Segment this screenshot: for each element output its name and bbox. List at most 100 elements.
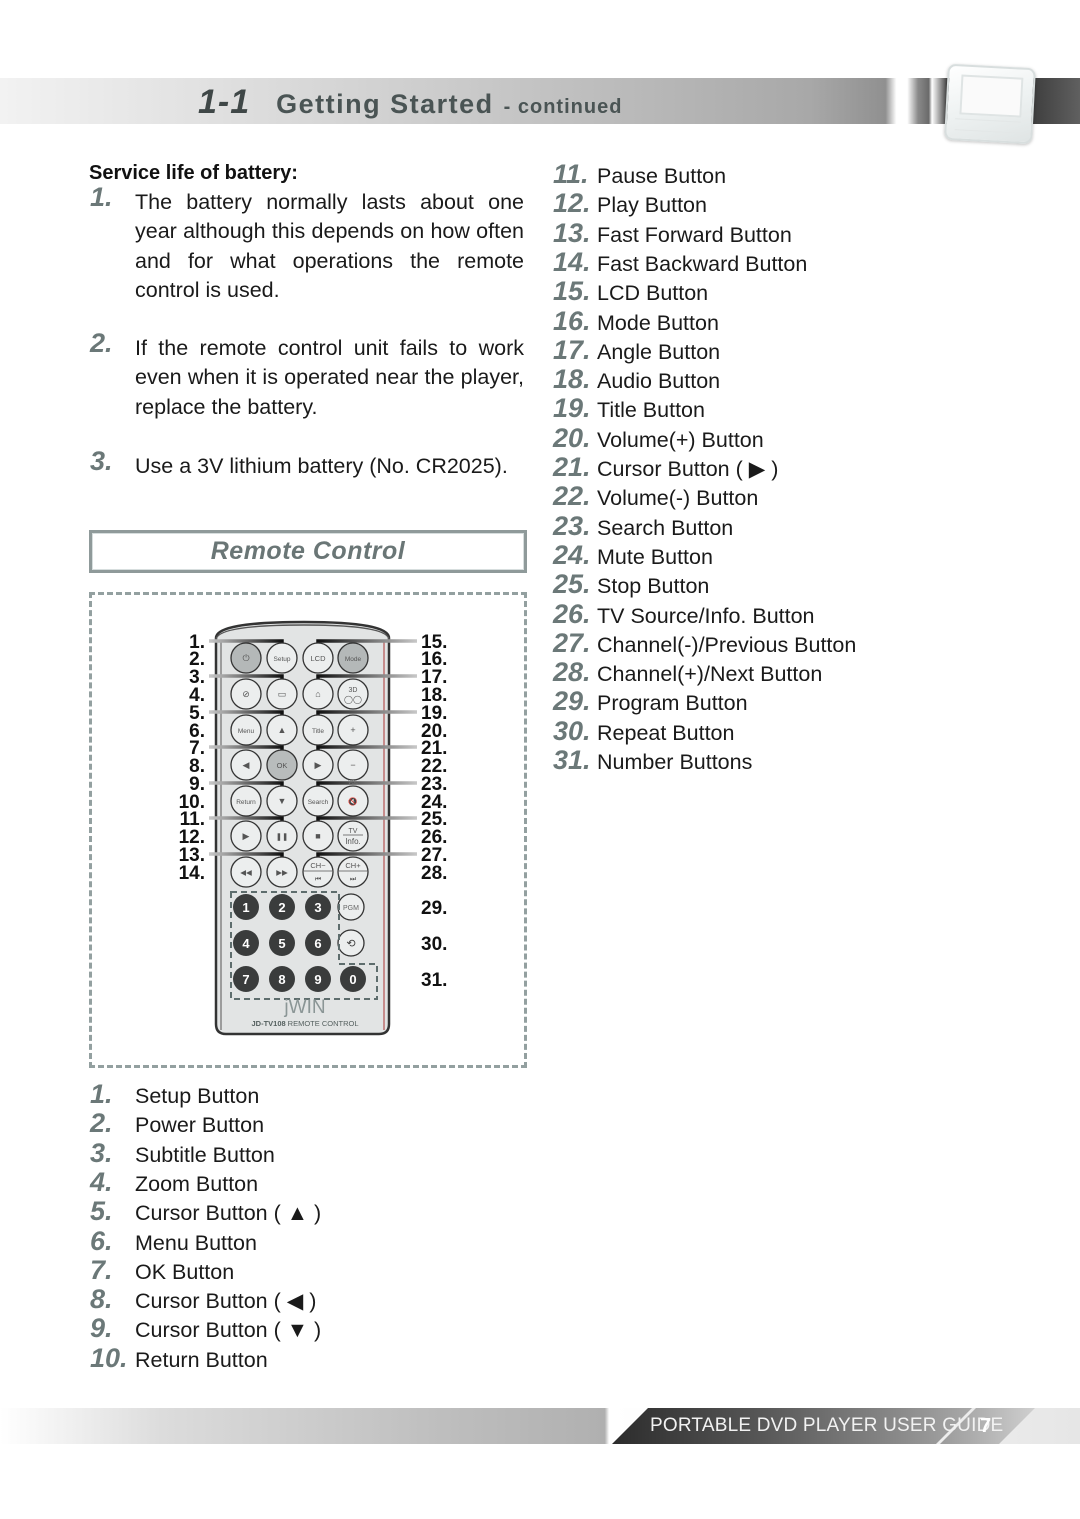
fast-backward-button: ◀◀ (230, 856, 262, 888)
svg-text:■: ■ (315, 831, 320, 841)
channel-plus-button: CH+ ⏭ (337, 856, 369, 888)
item-number: 11. (553, 159, 589, 189)
vol-label: VOL (348, 780, 358, 786)
item-label: Cursor Button ( ▶ ) (597, 457, 779, 481)
svg-text:CH+: CH+ (345, 861, 361, 870)
svg-text:Return: Return (236, 799, 256, 806)
item-label: Repeat Button (597, 720, 735, 745)
title-button: Title (302, 714, 334, 746)
number-key-2: 2 (269, 894, 295, 920)
svg-text:◀: ◀ (243, 760, 250, 770)
remote-illustration: ⏻ Setup LCD Mode ⊘ ▭ ⌂ 3D◯◯ Menu ▲ Title + ◀ OK ▶ − Retu… (179, 620, 447, 1036)
svg-text:Setup: Setup (274, 656, 291, 663)
item-number: 19. (553, 393, 591, 424)
svg-text:⌂: ⌂ (315, 689, 320, 699)
svg-text:◀◀: ◀◀ (240, 868, 253, 877)
item-number: 9. (90, 1313, 113, 1344)
svg-text:9: 9 (314, 972, 321, 987)
cursor-down-button: ▼ (266, 785, 298, 817)
svg-text:8: 8 (278, 972, 285, 987)
number-key-3: 3 (305, 894, 331, 920)
item-text: If the remote control unit fails to work… (135, 336, 524, 419)
item-label: Fast Backward Button (597, 251, 808, 276)
item-number: 23. (553, 510, 591, 541)
item-number: 14. (553, 246, 591, 277)
svg-text:▲: ▲ (278, 725, 287, 735)
item-label: Angle Button (597, 339, 721, 364)
svg-text:⊘: ⊘ (242, 689, 250, 699)
ok-button: OK (266, 749, 298, 781)
item-number: 20. (553, 422, 591, 453)
svg-text:❚❚: ❚❚ (276, 832, 289, 841)
svg-text:Search: Search (308, 799, 329, 806)
item-label: Number Buttons (597, 750, 753, 774)
svg-text:Mode: Mode (345, 656, 362, 663)
svg-text:−: − (350, 760, 355, 770)
return-button: Return (230, 785, 262, 817)
svg-text:CH−: CH− (310, 861, 326, 870)
svg-text:⟲: ⟲ (346, 938, 355, 950)
item-label: Return Button (135, 1347, 268, 1372)
item-label: Setup Button (135, 1084, 260, 1108)
svg-text:Menu: Menu (238, 728, 255, 735)
item-number: 1. (90, 1079, 113, 1109)
item-number: 30. (553, 715, 591, 746)
item-number: 2. (90, 1108, 113, 1139)
item-label: Menu Button (135, 1230, 257, 1255)
program-button: PGM (337, 893, 365, 921)
item-number: 22. (553, 481, 591, 512)
item-label: TV Source/Info. Button (597, 603, 815, 628)
item-number: 16. (553, 305, 591, 336)
svg-text:LCD: LCD (310, 654, 326, 663)
item-label: Pause Button (597, 164, 727, 188)
pause-button: ❚❚ (266, 820, 298, 852)
svg-text:0: 0 (349, 972, 356, 987)
lcd-button: LCD (302, 642, 334, 674)
stop-button: ■ (302, 820, 334, 852)
number-key-9: 9 (305, 966, 331, 992)
portable-dvd-player-icon (944, 63, 1036, 145)
svg-text:3: 3 (314, 900, 321, 915)
svg-text:Info.: Info. (345, 837, 361, 846)
svg-text:TV: TV (349, 828, 358, 835)
number-key-5: 5 (269, 930, 295, 956)
svg-text:OK: OK (277, 761, 288, 770)
zoom-button: ⊘ (230, 678, 262, 710)
svg-text:▼: ▼ (278, 796, 287, 806)
cursor-right-button: ▶ (302, 749, 334, 781)
search-button: Search (302, 785, 334, 817)
brand-logo: jWIN (283, 997, 325, 1018)
item-number: 29. (553, 686, 591, 717)
svg-text:6: 6 (314, 936, 321, 951)
cursor-up-button: ▲ (266, 714, 298, 746)
tv-info-button: TV Info. (337, 820, 369, 852)
item-number: 15. (553, 276, 591, 307)
item-label: Fast Forward Button (597, 222, 792, 247)
svg-text:🔇: 🔇 (348, 797, 357, 806)
svg-text:⏻: ⏻ (242, 653, 249, 663)
page-number: 7 (980, 1415, 992, 1437)
section-title: 1-1 Getting Started - continued (198, 80, 622, 124)
item-number: 25. (553, 569, 591, 600)
section-subheading: - continued (503, 96, 623, 118)
item-number: 1. (90, 182, 113, 212)
item-label: Channel(+)/Next Button (597, 662, 823, 687)
item-label: Volume(+) Button (597, 427, 764, 452)
svg-text:+: + (350, 725, 355, 735)
callout-number: 28. (421, 863, 447, 884)
svg-text:7: 7 (242, 972, 249, 987)
item-label: Title Button (597, 398, 705, 423)
svg-text:5: 5 (278, 936, 285, 951)
callout-number: 14. (179, 863, 205, 884)
item-number: 2. (90, 328, 113, 358)
svg-text:▶: ▶ (315, 760, 322, 770)
section-heading: Getting Started (276, 89, 494, 119)
play-button: ▶ (230, 820, 262, 852)
battery-heading: Service life of battery: (89, 162, 298, 184)
svg-text:⏭: ⏭ (350, 876, 357, 883)
item-number: 17. (553, 334, 591, 365)
number-key-6: 6 (305, 930, 331, 956)
number-key-1: 1 (233, 894, 259, 920)
svg-text:▶: ▶ (243, 831, 250, 841)
volume-up-button: + (337, 714, 369, 746)
